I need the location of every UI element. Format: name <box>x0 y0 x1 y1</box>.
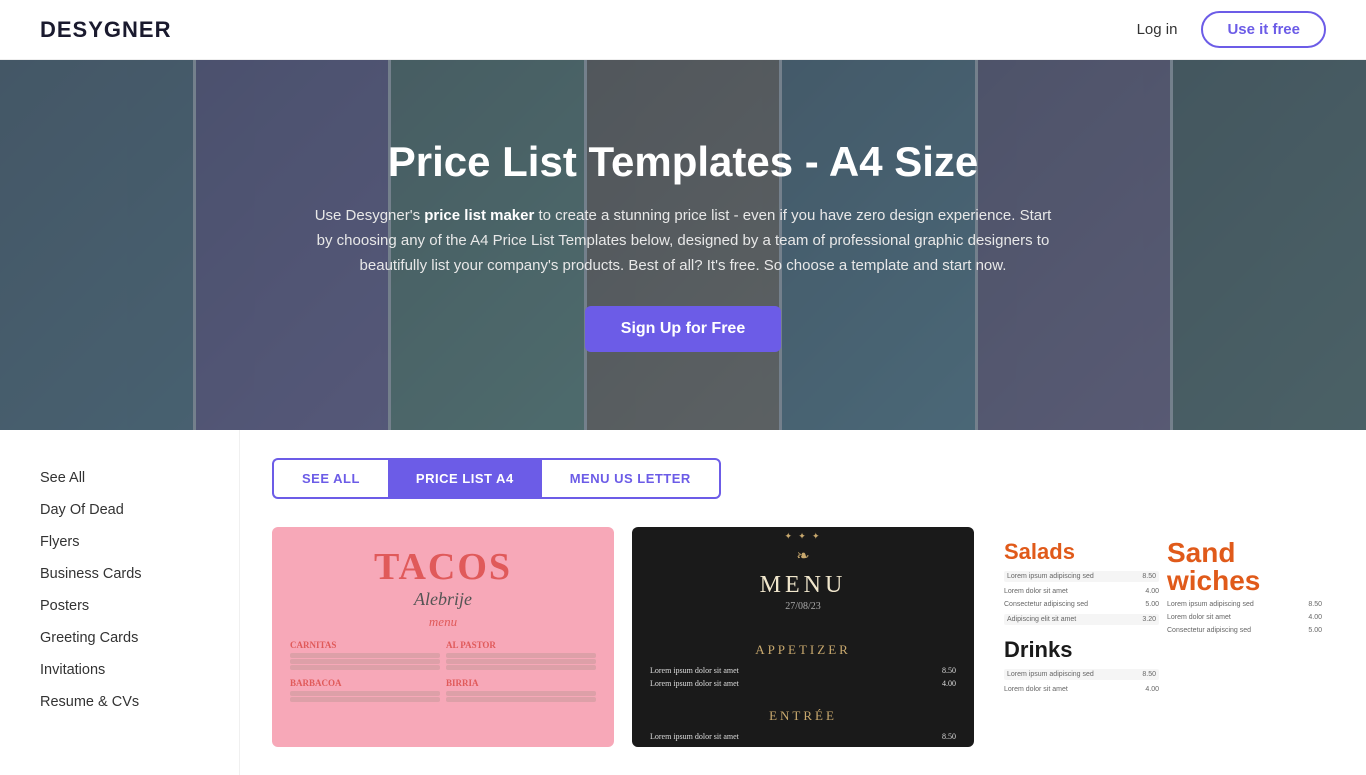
sand-item: Consectetur adipiscing sed <box>1167 627 1251 634</box>
sand-row2: Lorem dolor sit amet 4.00 <box>1167 614 1322 621</box>
menu-dark-row2: Lorem ipsum dolor sit amet 4.00 <box>650 679 956 688</box>
navbar-actions: Log in Use it free <box>1137 11 1326 48</box>
sand-item: Lorem ipsum adipiscing sed <box>1167 601 1254 608</box>
salads-row2: Lorem dolor sit amet 4.00 <box>1004 588 1159 595</box>
sand-price: 8.50 <box>1308 601 1322 608</box>
menu-item-name: Lorem ipsum dolor sit amet <box>650 679 739 688</box>
tab-menu-us-letter[interactable]: MENU US LETTER <box>542 458 721 499</box>
tacos-line <box>290 665 440 670</box>
main-content: SEE ALL PRICE LIST A4 MENU US LETTER TAC… <box>240 430 1366 775</box>
tacos-line <box>290 659 440 664</box>
menu-dark-entree: ENTRÉE <box>769 708 837 724</box>
hero-desc-plain: Use Desygner's <box>315 207 425 224</box>
sidebar-item-flyers[interactable]: Flyers <box>40 526 219 558</box>
navbar: DESYGNER Log in Use it free <box>0 0 1366 60</box>
salads-col-right: Sandwiches Lorem ipsum adipiscing sed 8.… <box>1167 539 1322 735</box>
drink-item: Lorem dolor sit amet <box>1004 686 1068 693</box>
tacos-line <box>446 659 596 664</box>
menu-dark-date: 27/08/23 <box>785 601 821 612</box>
template-salads[interactable]: Salads Lorem ipsum adipiscing sed 8.50 L… <box>992 527 1334 747</box>
sidebar-item-greeting-cards[interactable]: Greeting Cards <box>40 622 219 654</box>
salad-item: Lorem ipsum adipiscing sed <box>1007 573 1094 580</box>
tacos-subtitle: Alebrije <box>414 589 472 610</box>
sidebar-item-posters[interactable]: Posters <box>40 590 219 622</box>
tacos-line <box>290 697 440 702</box>
hero-content: Price List Templates - A4 Size Use Desyg… <box>293 138 1073 353</box>
sidebar: See All Day Of Dead Flyers Business Card… <box>0 430 240 775</box>
hero-desc-bold: price list maker <box>424 207 534 224</box>
menu-item-name: Lorem ipsum dolor sit amet <box>650 666 739 675</box>
menu-item-price: 4.00 <box>942 679 956 688</box>
drinks-row2: Lorem dolor sit amet 4.00 <box>1004 686 1159 693</box>
tacos-section-carnitas: CARNITAS <box>290 640 440 650</box>
template-tacos[interactable]: TACOS Alebrije menu CARNITAS BARBACOA AL <box>272 527 614 747</box>
menu-dark-top: ✦ ✦ ✦ <box>784 531 821 542</box>
hero-cta-button[interactable]: Sign Up for Free <box>585 306 781 352</box>
sidebar-item-day-of-dead[interactable]: Day Of Dead <box>40 494 219 526</box>
menu-item-name: Lorem ipsum dolor sit amet <box>650 732 739 741</box>
logo: DESYGNER <box>40 17 171 43</box>
salads-col-left: Salads Lorem ipsum adipiscing sed 8.50 L… <box>1004 539 1159 735</box>
use-it-free-button[interactable]: Use it free <box>1201 11 1326 48</box>
tacos-line <box>446 691 596 696</box>
tacos-line <box>290 691 440 696</box>
sidebar-item-resume-cvs[interactable]: Resume & CVs <box>40 686 219 718</box>
template-grid: TACOS Alebrije menu CARNITAS BARBACOA AL <box>272 527 1334 747</box>
template-menu-dark[interactable]: ✦ ✦ ✦ ❧ MENU 27/08/23 APPETIZER Lorem ip… <box>632 527 974 747</box>
drinks-title: Drinks <box>1004 637 1159 663</box>
tacos-col-1: CARNITAS BARBACOA <box>290 640 440 703</box>
drink-item: Lorem ipsum adipiscing sed <box>1007 671 1094 678</box>
tacos-section-barbacoa: BARBACOA <box>290 678 440 688</box>
salads-row4: Adipiscing elit sit amet 3.20 <box>1004 614 1159 625</box>
menu-dark-row1: Lorem ipsum dolor sit amet 8.50 <box>650 666 956 675</box>
salads-title: Salads <box>1004 539 1159 565</box>
sand-item: Lorem dolor sit amet <box>1167 614 1231 621</box>
tacos-col-2: AL PASTOR BIRRIA <box>446 640 596 703</box>
salad-item: Adipiscing elit sit amet <box>1007 616 1076 623</box>
salads-row1: Lorem ipsum adipiscing sed 8.50 <box>1004 571 1159 582</box>
salad-price: 4.00 <box>1145 588 1159 595</box>
drink-price: 4.00 <box>1145 686 1159 693</box>
menu-item-price: 8.50 <box>942 732 956 741</box>
sand-row3: Consectetur adipiscing sed 5.00 <box>1167 627 1322 634</box>
salad-item: Lorem dolor sit amet <box>1004 588 1068 595</box>
hero-description: Use Desygner's price list maker to creat… <box>313 204 1053 278</box>
tacos-line <box>446 665 596 670</box>
tacos-menu-label: menu <box>429 614 457 630</box>
salad-price: 8.50 <box>1142 573 1156 580</box>
tacos-menu-items: CARNITAS BARBACOA AL PASTOR BIRRIA <box>290 640 596 703</box>
menu-dark-appetizer: APPETIZER <box>755 642 851 658</box>
tab-see-all[interactable]: SEE ALL <box>272 458 388 499</box>
menu-item-price: 8.50 <box>942 666 956 675</box>
sidebar-item-business-cards[interactable]: Business Cards <box>40 558 219 590</box>
sidebar-item-see-all[interactable]: See All <box>40 462 219 494</box>
main-layout: See All Day Of Dead Flyers Business Card… <box>0 430 1366 775</box>
menu-dark-ornament: ❧ <box>796 546 809 566</box>
tab-price-list-a4[interactable]: PRICE LIST A4 <box>388 458 542 499</box>
menu-dark-title: MENU <box>760 572 847 599</box>
salad-price: 5.00 <box>1145 601 1159 608</box>
sandwiches-title: Sandwiches <box>1167 539 1322 595</box>
filter-tabs: SEE ALL PRICE LIST A4 MENU US LETTER <box>272 458 1334 499</box>
tacos-section-alpastor: AL PASTOR <box>446 640 596 650</box>
hero-title: Price List Templates - A4 Size <box>313 138 1053 186</box>
tacos-section-birria: BIRRIA <box>446 678 596 688</box>
tacos-line <box>446 653 596 658</box>
sand-price: 5.00 <box>1308 627 1322 634</box>
tacos-line <box>290 653 440 658</box>
salad-item: Consectetur adipiscing sed <box>1004 601 1088 608</box>
hero-section: Price List Templates - A4 Size Use Desyg… <box>0 60 1366 430</box>
drink-price: 8.50 <box>1142 671 1156 678</box>
tacos-line <box>446 697 596 702</box>
sand-price: 4.00 <box>1308 614 1322 621</box>
drinks-row1: Lorem ipsum adipiscing sed 8.50 <box>1004 669 1159 680</box>
sand-row1: Lorem ipsum adipiscing sed 8.50 <box>1167 601 1322 608</box>
sidebar-item-invitations[interactable]: Invitations <box>40 654 219 686</box>
salad-price: 3.20 <box>1142 616 1156 623</box>
salads-row3: Consectetur adipiscing sed 5.00 <box>1004 601 1159 608</box>
login-link[interactable]: Log in <box>1137 21 1178 38</box>
tacos-title: TACOS <box>374 545 512 589</box>
menu-dark-row3: Lorem ipsum dolor sit amet 8.50 <box>650 732 956 741</box>
